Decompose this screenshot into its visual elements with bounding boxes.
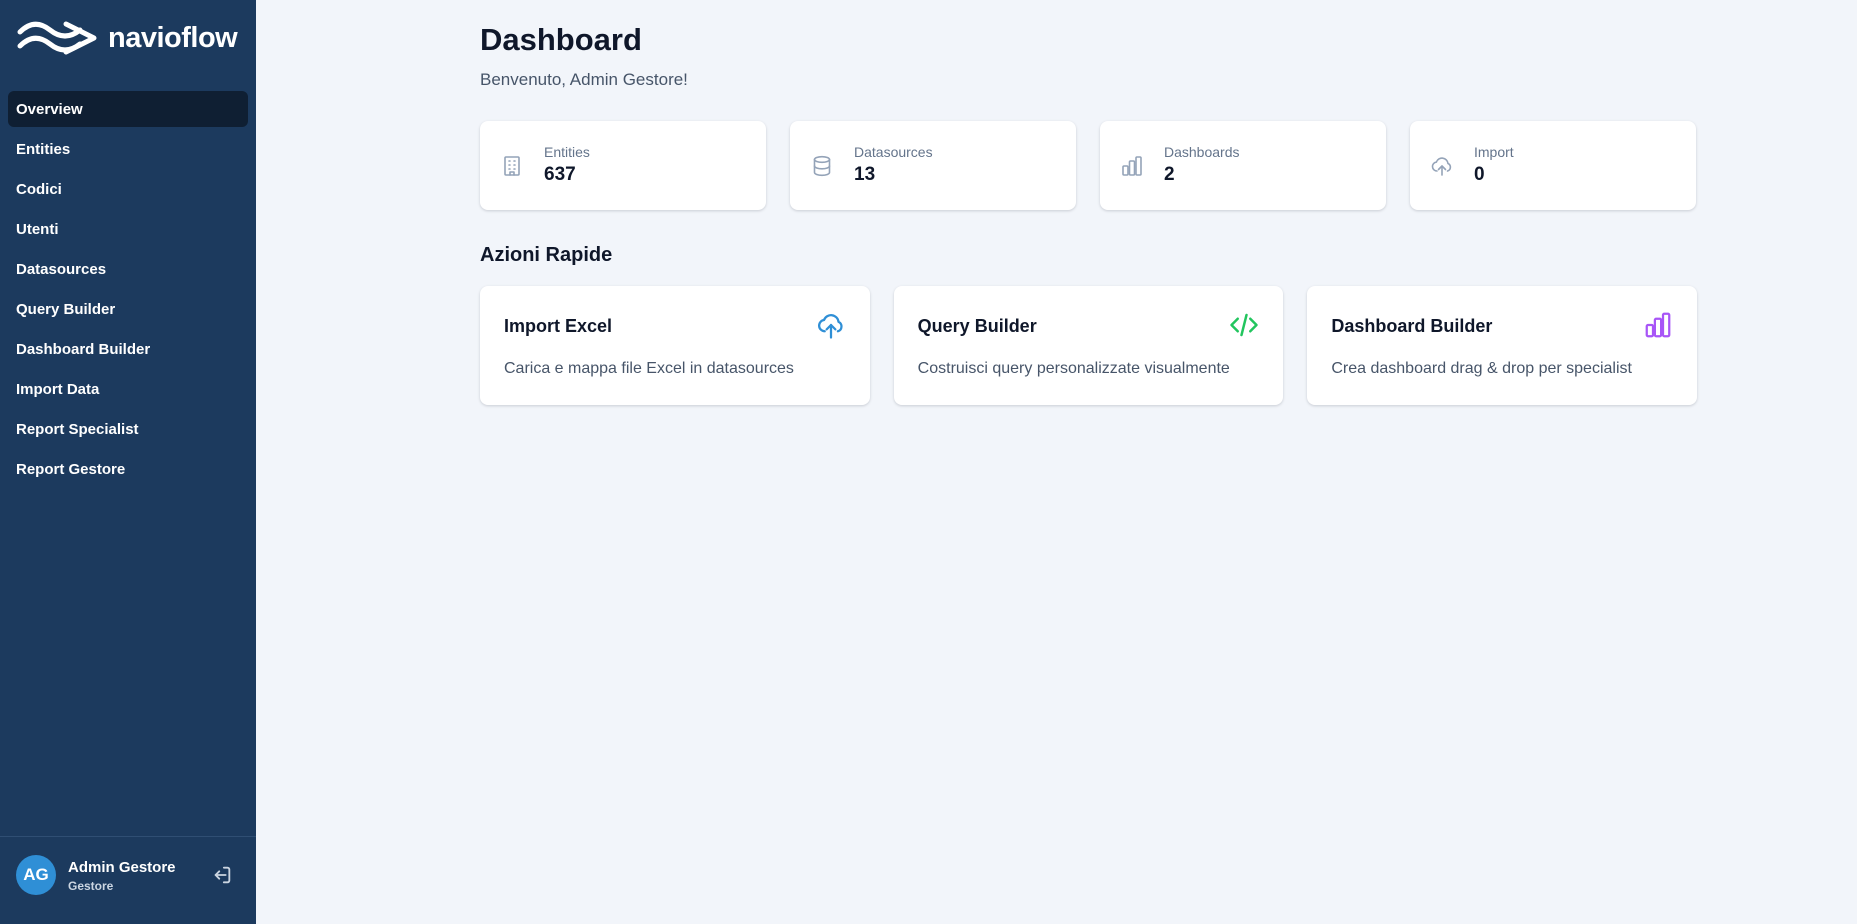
stat-card-dashboards: Dashboards 2 <box>1100 121 1386 210</box>
sidebar-item-entities[interactable]: Entities <box>8 131 248 167</box>
action-card-dashboard-builder[interactable]: Dashboard Builder Crea dashboard drag & … <box>1307 286 1698 405</box>
user-profile: AG Admin Gestore Gestore <box>0 836 256 924</box>
sidebar-item-import-data[interactable]: Import Data <box>8 371 248 407</box>
bar-chart-icon <box>1122 156 1142 176</box>
logout-icon[interactable] <box>211 864 233 886</box>
stat-value: 0 <box>1474 164 1485 185</box>
stat-card-entities: Entities 637 <box>480 121 766 210</box>
stat-card-import: Import 0 <box>1410 121 1696 210</box>
avatar[interactable]: AG <box>16 855 56 895</box>
cloud-upload-icon <box>1431 157 1452 176</box>
stat-label: Entities <box>544 144 590 160</box>
action-title: Query Builder <box>917 316 1037 336</box>
sidebar-item-codici[interactable]: Codici <box>8 171 248 207</box>
database-icon <box>813 155 831 177</box>
stat-label: Datasources <box>854 144 933 160</box>
stat-value: 13 <box>854 164 876 185</box>
action-description: Costruisci query personalizzate visualme… <box>917 360 1230 377</box>
sidebar-item-report-specialist[interactable]: Report Specialist <box>8 411 248 447</box>
page-title: Dashboard <box>480 22 642 57</box>
stat-value: 2 <box>1164 164 1175 185</box>
sidebar: navioflow Overview Entities Codici Utent… <box>0 0 256 924</box>
quick-actions: Import Excel Carica e mappa file Excel i… <box>480 286 1698 405</box>
quick-actions-title: Azioni Rapide <box>480 244 613 266</box>
action-description: Crea dashboard drag & drop per specialis… <box>1331 360 1632 377</box>
sidebar-item-query-builder[interactable]: Query Builder <box>8 291 248 327</box>
sidebar-item-report-gestore[interactable]: Report Gestore <box>8 451 248 487</box>
stats-row: Entities 637 Datasources 13 Dashboards 2 <box>480 121 1697 210</box>
stat-label: Import <box>1474 144 1514 160</box>
user-name: Admin Gestore <box>68 859 176 876</box>
action-title: Dashboard Builder <box>1331 316 1493 336</box>
action-title: Import Excel <box>504 316 613 336</box>
sidebar-item-overview[interactable]: Overview <box>8 91 248 127</box>
brand-logo[interactable]: navioflow <box>16 18 238 58</box>
action-card-import-excel[interactable]: Import Excel Carica e mappa file Excel i… <box>480 286 870 405</box>
sidebar-item-dashboard-builder[interactable]: Dashboard Builder <box>8 331 248 367</box>
cloud-upload-icon <box>817 314 843 339</box>
user-role: Gestore <box>68 879 114 893</box>
building-icon <box>504 156 520 176</box>
action-card-query-builder[interactable]: Query Builder Costruisci query personali… <box>893 286 1284 405</box>
sidebar-nav: Overview Entities Codici Utenti Datasour… <box>8 91 248 491</box>
action-description: Carica e mappa file Excel in datasources <box>504 360 794 377</box>
sidebar-item-datasources[interactable]: Datasources <box>8 251 248 287</box>
stat-card-datasources: Datasources 13 <box>790 121 1076 210</box>
bar-chart-icon <box>1645 312 1671 338</box>
code-icon <box>1230 313 1259 337</box>
navioflow-logo-icon <box>17 21 97 55</box>
brand-name: navioflow <box>108 21 238 54</box>
stat-value: 637 <box>544 164 576 185</box>
page-subtitle: Benvenuto, Admin Gestore! <box>480 70 688 89</box>
sidebar-item-utenti[interactable]: Utenti <box>8 211 248 247</box>
stat-label: Dashboards <box>1164 144 1240 160</box>
